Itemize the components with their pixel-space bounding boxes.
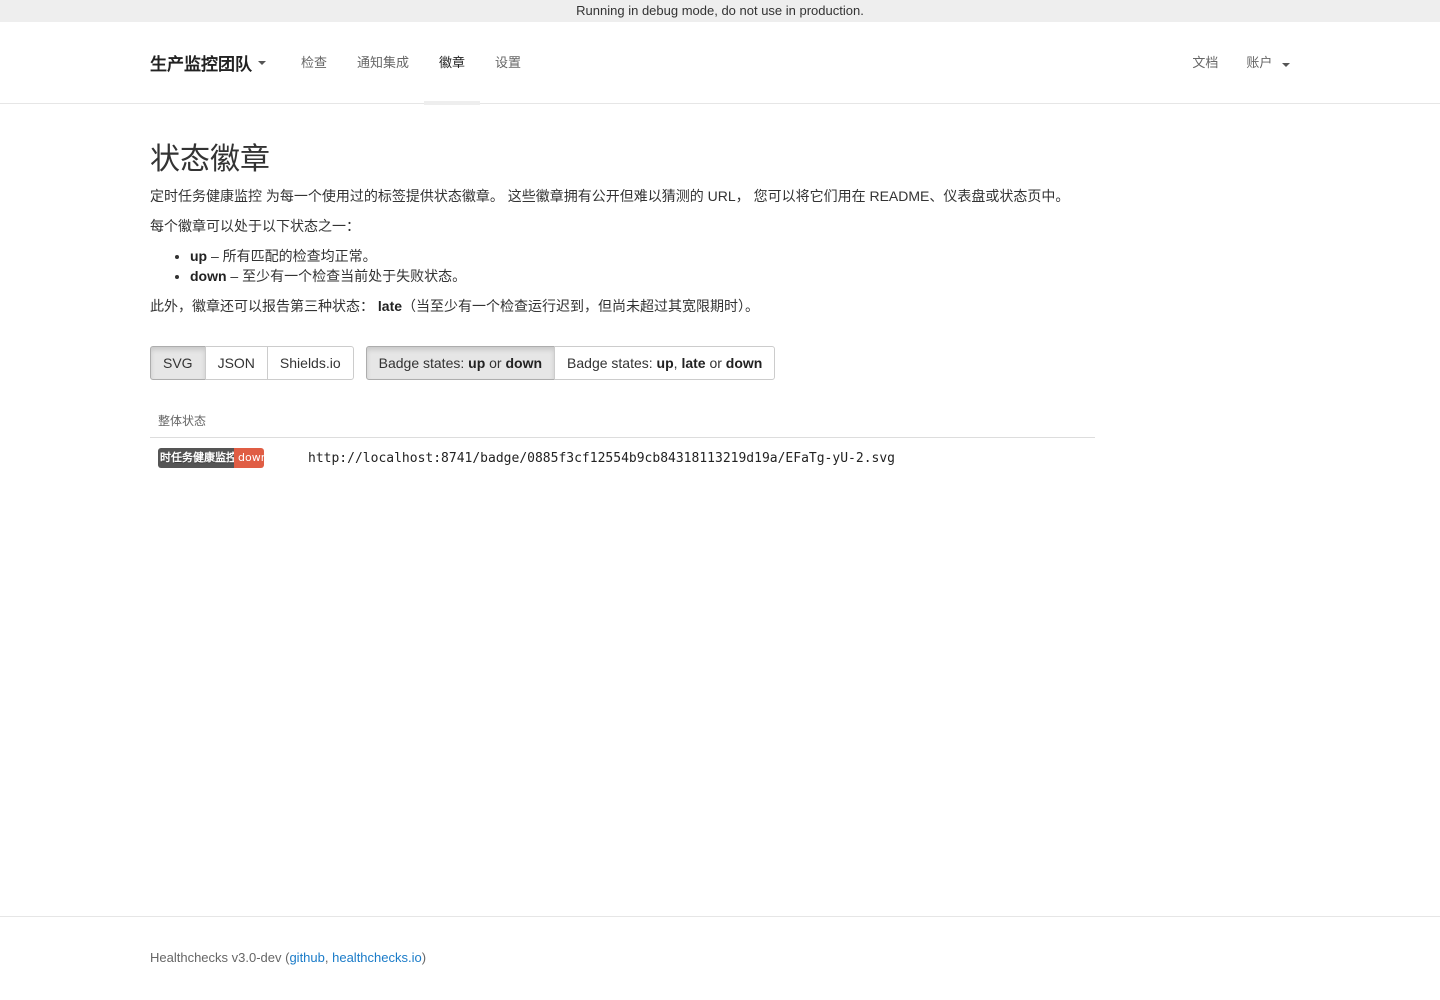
intro-text: 定时任务健康监控 为每一个使用过的标签提供状态徽章。 这些徽章拥有公开但难以猜测… [150, 188, 1070, 204]
button-or: or [485, 355, 506, 371]
table-row: 时任务健康监控 down http://localhost:8741/badge… [150, 438, 1095, 469]
late-text: 此外，徽章还可以报告第三种状态： late（当至少有一个检查运行迟到，但尚未超过… [150, 296, 1110, 316]
nav-docs[interactable]: 文档 [1178, 22, 1232, 104]
badge-options: SVG JSON Shields.io Badge states: up or … [150, 346, 1110, 380]
states-list: up – 所有匹配的检查均正常。 down – 至少有一个检查当前处于失败状态。 [150, 246, 1110, 286]
project-name: 生产监控团队 [150, 55, 252, 74]
nav-account[interactable]: 账户 [1232, 22, 1290, 104]
state-desc: – 至少有一个检查当前处于失败状态。 [226, 268, 467, 284]
states-button-group: Badge states: up or down Badge states: u… [365, 346, 776, 380]
list-item: down – 至少有一个检查当前处于失败状态。 [190, 266, 1110, 286]
state-up: up [656, 355, 674, 371]
nav-integrations[interactable]: 通知集成 [342, 22, 424, 104]
format-json-button[interactable]: JSON [204, 346, 268, 380]
caret-down-icon [1282, 62, 1290, 67]
format-shields-button[interactable]: Shields.io [266, 346, 354, 380]
project-switcher[interactable]: 生产监控团队 [150, 50, 266, 75]
state-late: late [681, 355, 706, 371]
state-down: down [505, 355, 543, 371]
list-item: up – 所有匹配的检查均正常。 [190, 246, 1110, 266]
state-down: down [725, 355, 763, 371]
three-states-button[interactable]: Badge states: up, late or down [554, 346, 776, 380]
badge-label: 时任务健康监控 [158, 448, 234, 468]
state-desc: – 所有匹配的检查均正常。 [207, 248, 377, 264]
caret-down-icon [258, 60, 266, 65]
nav-checks[interactable]: 检查 [286, 22, 342, 104]
format-svg-button[interactable]: SVG [150, 346, 206, 380]
healthchecks-link[interactable]: healthchecks.io [332, 950, 422, 965]
page-title: 状态徽章 [150, 143, 270, 176]
badge-url[interactable]: http://localhost:8741/badge/0885f3cf1255… [300, 438, 1095, 469]
two-states-button[interactable]: Badge states: up or down [365, 346, 556, 380]
state-name: up [190, 248, 208, 264]
late-desc: （当至少有一个检查运行迟到，但尚未超过其宽限期时）。 [402, 298, 760, 314]
button-prefix: Badge states: [378, 355, 469, 371]
github-link[interactable]: github [289, 950, 324, 965]
late-prefix: 此外，徽章还可以报告第三种状态： [150, 298, 374, 314]
navbar-inner: 生产监控团队 检查 通知集成 徽章 设置 文档 账户 [150, 22, 1290, 105]
badge-status: down [234, 448, 264, 468]
main-content: 状态徽章 定时任务健康监控 为每一个使用过的标签提供状态徽章。 这些徽章拥有公开… [150, 142, 1110, 468]
table-header-overall: 整体状态 [150, 408, 1095, 438]
footer: Healthchecks v3.0-dev (github, healthche… [0, 916, 1440, 1000]
nav-badges[interactable]: 徽章 [424, 22, 481, 105]
late-state-name: late [377, 298, 403, 314]
status-badge[interactable]: 时任务健康监控 down [158, 448, 264, 468]
footer-text: Healthchecks v3.0-dev (github, healthche… [150, 950, 426, 965]
badge-table: 整体状态 时任务健康监控 down http://localhost:8741/… [150, 408, 1095, 468]
badge-cell: 时任务健康监控 down [150, 438, 300, 468]
states-intro: 每个徽章可以处于以下状态之一： [150, 218, 360, 234]
state-up: up [468, 355, 486, 371]
footer-suffix: ) [421, 950, 427, 965]
nav-account-label: 账户 [1246, 54, 1273, 70]
footer-prefix: Healthchecks v3.0-dev ( [150, 950, 290, 965]
state-name: down [190, 268, 227, 284]
nav-right: 文档 账户 [1178, 22, 1290, 104]
nav-settings[interactable]: 设置 [480, 22, 536, 104]
button-prefix: Badge states: [567, 355, 657, 371]
navbar: 生产监控团队 检查 通知集成 徽章 设置 文档 账户 [0, 22, 1440, 105]
debug-banner: Running in debug mode, do not use in pro… [0, 0, 1440, 22]
button-or: or [705, 355, 726, 371]
format-button-group: SVG JSON Shields.io [150, 346, 354, 380]
table-header-row: 整体状态 [150, 408, 1095, 438]
